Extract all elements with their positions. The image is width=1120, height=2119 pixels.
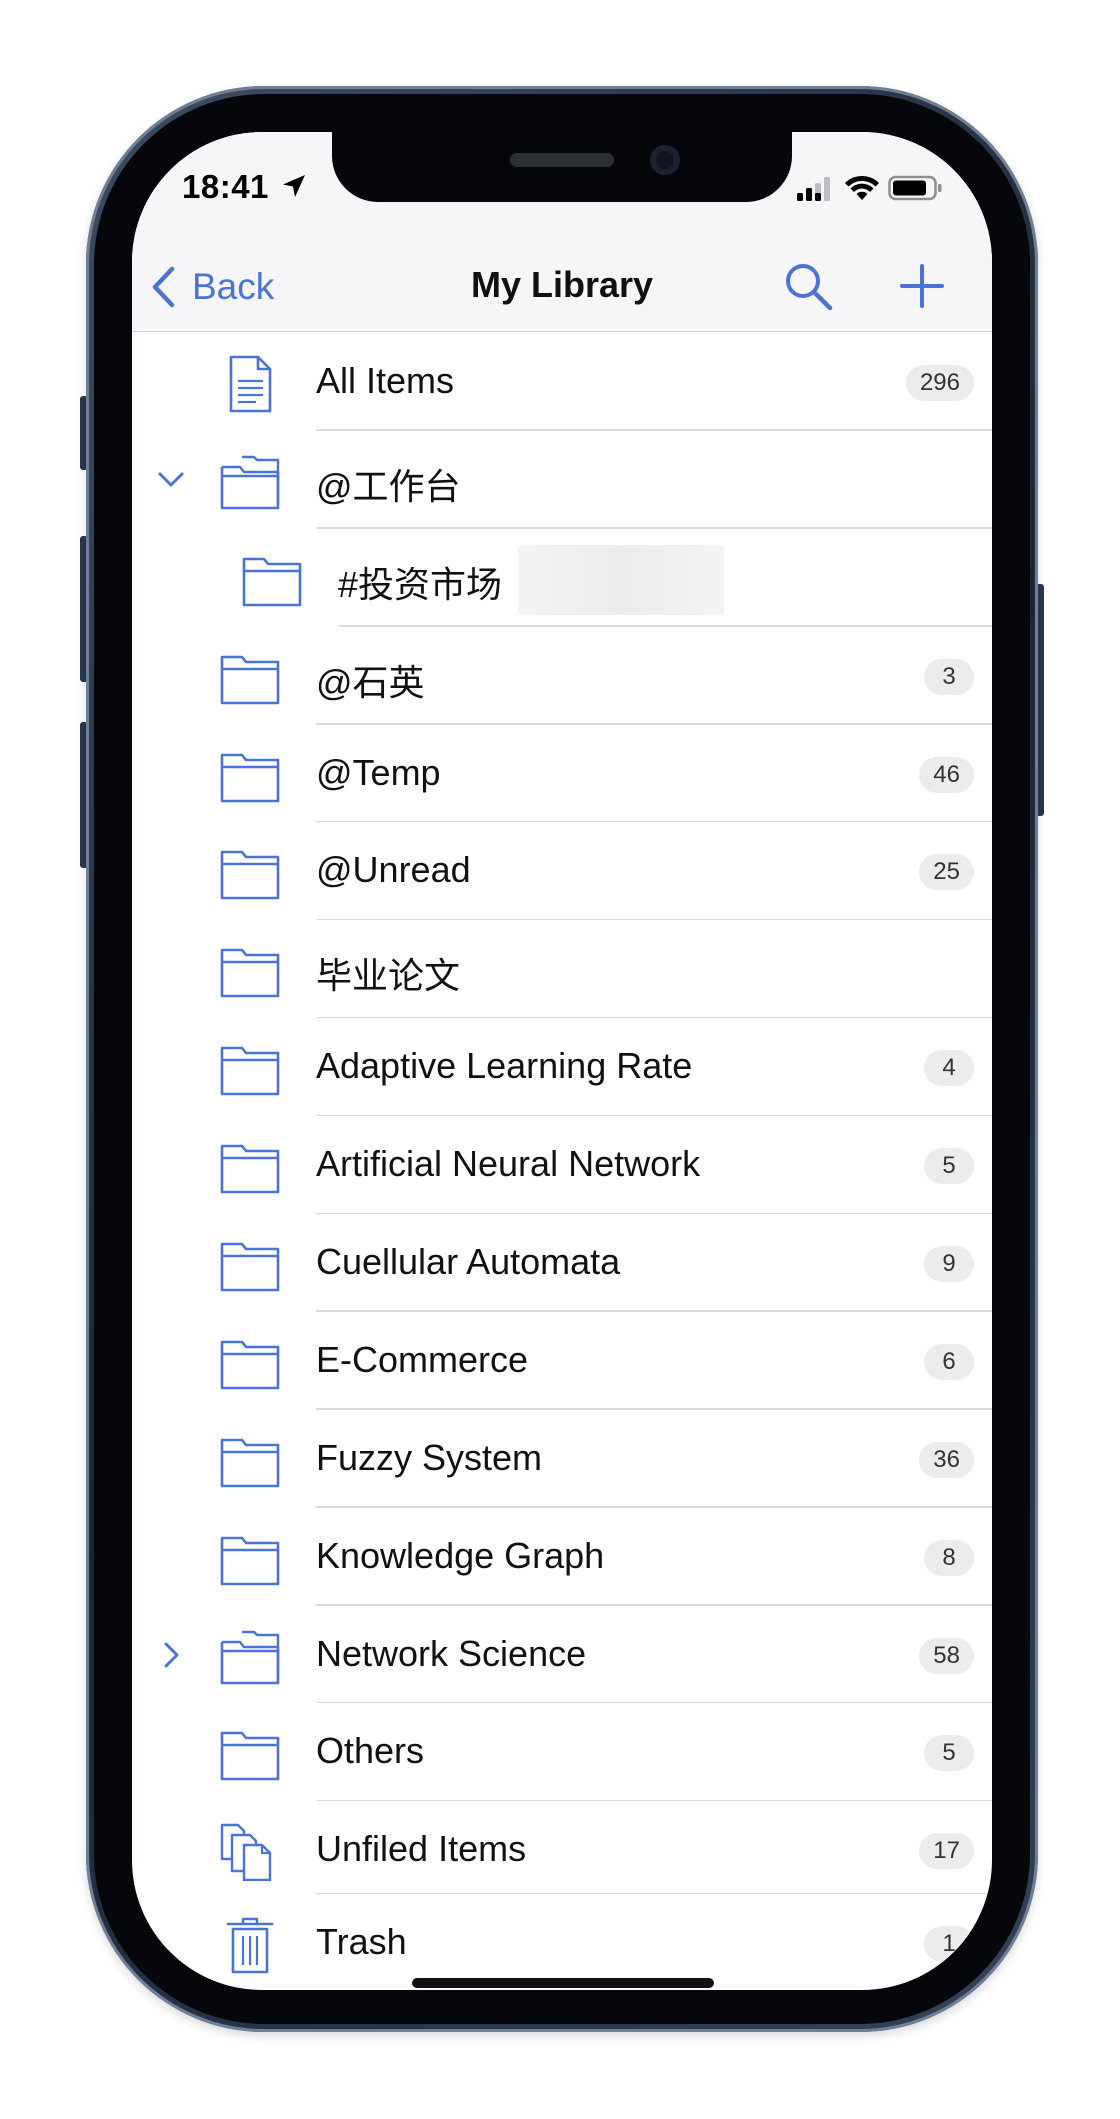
library-item-label: Network Science — [316, 1632, 587, 1674]
library-item-label: #投资市场 — [338, 563, 503, 605]
library-item-quartz[interactable]: @石英 3 — [132, 627, 992, 725]
library-item-label: Artificial Neural Network — [316, 1143, 701, 1185]
library-item-label: E-Commerce — [316, 1338, 529, 1380]
chevron-down-icon[interactable] — [156, 465, 186, 495]
count-badge: 5 — [924, 1735, 974, 1772]
count-badge: 46 — [919, 756, 974, 793]
count-badge: 1 — [924, 1926, 974, 1963]
location-arrow-icon — [283, 175, 305, 197]
count-badge: 296 — [905, 365, 974, 401]
add-icon[interactable] — [898, 262, 946, 310]
count-badge: 58 — [919, 1637, 974, 1674]
home-indicator[interactable] — [412, 1978, 714, 1988]
library-item-label: Others — [316, 1730, 425, 1772]
library-item-label: @Unread — [316, 849, 471, 891]
battery-icon — [888, 175, 942, 201]
wifi-icon — [845, 175, 879, 200]
folder-icon — [220, 1732, 280, 1781]
trash-icon — [226, 1918, 274, 1974]
library-item-investment-market[interactable]: #投资市场 — [132, 529, 992, 627]
folder-icon — [220, 851, 280, 900]
library-item-label: Knowledge Graph — [316, 1534, 605, 1576]
library-item-unfiled-items[interactable]: Unfiled Items 17 — [132, 1801, 992, 1895]
library-item-network-science[interactable]: Network Science 58 — [132, 1606, 992, 1704]
notch — [332, 132, 792, 202]
folder-stack-icon — [220, 455, 280, 510]
library-item-artificial-neural-network[interactable]: Artificial Neural Network 5 — [132, 1116, 992, 1215]
search-icon[interactable] — [782, 260, 834, 312]
count-badge: 3 — [924, 658, 974, 695]
page-title: My Library — [470, 264, 654, 305]
library-item-all-items[interactable]: All Items 296 — [132, 333, 992, 431]
library-item-workbench[interactable]: @工作台 — [132, 431, 992, 529]
folder-stack-icon — [220, 1630, 280, 1684]
library-item-label: @Temp — [316, 751, 441, 793]
library-item-unread[interactable]: @Unread 25 — [132, 822, 992, 921]
library-item-label: @石英 — [316, 661, 425, 703]
earpiece-speaker — [510, 153, 614, 167]
count-badge: 6 — [924, 1343, 974, 1380]
library-item-label: Cuellular Automata — [316, 1241, 621, 1283]
library-item-adaptive-learning-rate[interactable]: Adaptive Learning Rate 4 — [132, 1018, 992, 1117]
library-item-label: @工作台 — [316, 465, 461, 507]
count-badge: 36 — [919, 1441, 974, 1478]
unfiled-documents-icon — [220, 1824, 272, 1882]
count-badge: 8 — [924, 1539, 974, 1576]
count-badge: 9 — [924, 1246, 974, 1283]
library-item-label: Trash — [316, 1921, 407, 1963]
library-item-label: Unfiled Items — [316, 1828, 527, 1870]
library-item-fuzzy-system[interactable]: Fuzzy System 36 — [132, 1410, 992, 1508]
navigation-bar: Back My Library — [132, 242, 992, 332]
chevron-right-icon[interactable] — [156, 1640, 186, 1670]
library-item-label: All Items — [316, 360, 455, 401]
folder-icon — [220, 1144, 280, 1194]
library-item-label: Fuzzy System — [316, 1436, 543, 1478]
status-time: 18:41 — [182, 168, 269, 205]
library-item-knowledge-graph[interactable]: Knowledge Graph 8 — [132, 1508, 992, 1606]
library-item-thesis[interactable]: 毕业论文 — [132, 920, 992, 1019]
library-item-temp[interactable]: @Temp 46 — [132, 725, 992, 823]
phone-screen: 18:41 Back My Library All Items 296 @工作台… — [132, 132, 992, 1990]
library-item-trash[interactable]: Trash 1 — [132, 1894, 992, 1990]
folder-icon — [220, 1438, 280, 1488]
count-badge: 17 — [919, 1833, 974, 1870]
folder-icon — [220, 655, 280, 704]
library-item-label: Adaptive Learning Rate — [316, 1045, 693, 1087]
front-camera — [650, 145, 680, 175]
library-list: All Items 296 @工作台 #投资市场 @石英 3 @Temp 46 … — [132, 333, 992, 1990]
folder-icon — [220, 1340, 280, 1390]
folder-icon — [220, 1536, 280, 1585]
document-icon — [229, 355, 272, 413]
folder-icon — [220, 949, 280, 998]
count-badge: 25 — [919, 854, 974, 891]
count-badge: 4 — [924, 1050, 974, 1087]
library-item-others[interactable]: Others 5 — [132, 1703, 992, 1802]
folder-icon — [242, 557, 302, 607]
cellular-signal-icon — [797, 177, 830, 201]
library-item-cuellular-automata[interactable]: Cuellular Automata 9 — [132, 1214, 992, 1312]
library-item-e-commerce[interactable]: E-Commerce 6 — [132, 1312, 992, 1410]
library-item-label: 毕业论文 — [316, 955, 461, 997]
folder-icon — [220, 1046, 280, 1096]
folder-icon — [220, 753, 280, 802]
redacted-text — [518, 544, 724, 615]
folder-icon — [220, 1242, 280, 1292]
count-badge: 5 — [924, 1148, 974, 1185]
